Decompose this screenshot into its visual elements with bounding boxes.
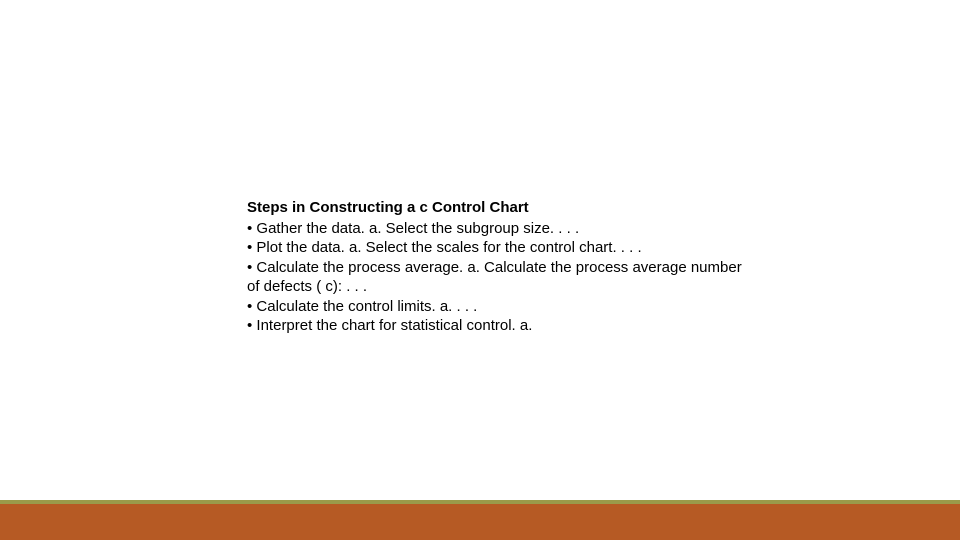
footer-bar bbox=[0, 504, 960, 540]
bullet-4: • Calculate the control limits. a. . . . bbox=[247, 297, 747, 317]
bullet-2: • Plot the data. a. Select the scales fo… bbox=[247, 238, 747, 258]
slide: Steps in Constructing a c Control Chart … bbox=[0, 0, 960, 540]
bullet-3: • Calculate the process average. a. Calc… bbox=[247, 258, 747, 297]
slide-title: Steps in Constructing a c Control Chart bbox=[247, 198, 747, 218]
bullet-1: • Gather the data. a. Select the subgrou… bbox=[247, 219, 747, 239]
bullet-5: • Interpret the chart for statistical co… bbox=[247, 316, 747, 336]
content-block: Steps in Constructing a c Control Chart … bbox=[247, 198, 747, 336]
